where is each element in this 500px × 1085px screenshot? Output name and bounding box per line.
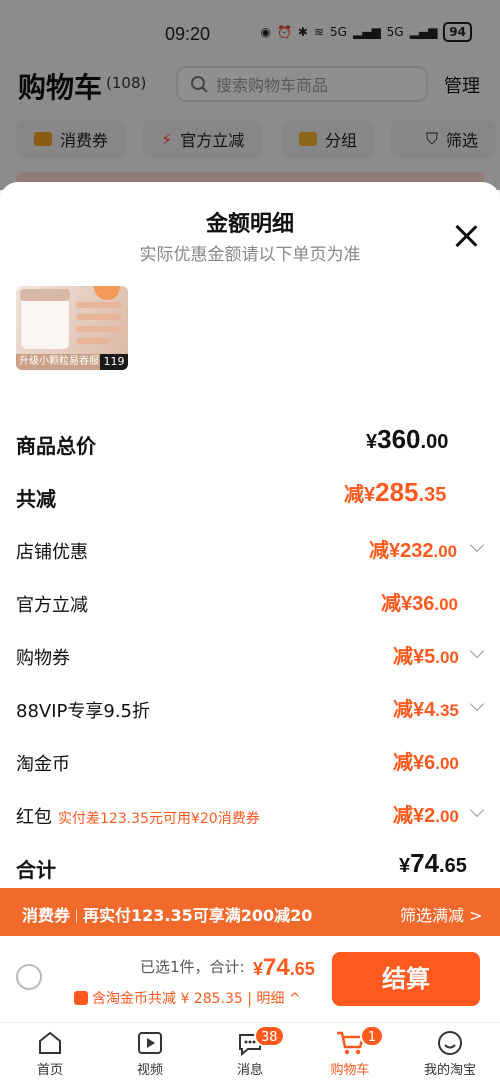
row-amount: 减¥36.00 xyxy=(381,593,459,615)
checkout-total: ¥74.65 xyxy=(253,954,315,981)
message-badge: 38 xyxy=(254,1025,285,1047)
select-all-checkbox[interactable] xyxy=(16,964,42,990)
row-label: 购物券 xyxy=(16,648,70,669)
bottom-tab-bar: 首页 视频 消息 38 购物车 1 我的淘宝 xyxy=(0,1022,500,1085)
video-icon xyxy=(134,1027,166,1059)
row-total-discount: 共减 减¥285.35 xyxy=(16,477,484,513)
row-label: 88VIP专享9.5折 xyxy=(16,701,151,722)
selected-summary: 已选1件，合计: xyxy=(140,958,245,976)
tab-label: 消息 xyxy=(236,1063,263,1078)
tab-cart[interactable]: 购物车 1 xyxy=(300,1025,400,1078)
row-label: 淘金币 xyxy=(16,754,70,775)
checkout-button[interactable]: 结算 xyxy=(332,952,480,1006)
coupon-bar-text: 消费券 再实付123.35可享满200减20 xyxy=(22,906,313,925)
row-label: 合计 xyxy=(16,858,56,882)
product-badge-dot xyxy=(94,286,120,300)
product-thumbnail[interactable]: 升级小颗粒易吞服 119 xyxy=(16,286,128,370)
row-amount: 减¥5.00 xyxy=(393,646,459,668)
tab-label: 首页 xyxy=(36,1063,63,1078)
chevron-down-icon[interactable] xyxy=(469,537,485,553)
row-label: 商品总价 xyxy=(16,434,96,458)
row-amount: ¥360.00 xyxy=(366,424,449,454)
red-packet-note: 实付差123.35元可用¥20消费券 xyxy=(58,811,260,827)
row-amount: 减¥2.00 xyxy=(393,805,459,827)
row-shop-discount[interactable]: 店铺优惠 减¥232.00 xyxy=(16,532,485,568)
row-goods-total: 商品总价 ¥360.00 xyxy=(16,424,484,460)
row-official-discount: 官方立减 减¥36.00 xyxy=(16,585,484,621)
close-icon[interactable] xyxy=(452,222,480,250)
tab-home[interactable]: 首页 xyxy=(0,1027,100,1078)
row-red-packet[interactable]: 红包 实付差123.35元可用¥20消费券 减¥2.00 xyxy=(16,797,485,833)
product-jar xyxy=(20,289,70,350)
product-caption: 升级小颗粒易吞服 xyxy=(16,354,100,370)
row-amount: 减¥4.35 xyxy=(393,699,459,721)
profile-face-icon xyxy=(434,1027,466,1059)
row-amount: 减¥6.00 xyxy=(393,752,459,774)
sheet-title: 金额明细 xyxy=(205,212,294,237)
row-88vip[interactable]: 88VIP专享9.5折 减¥4.35 xyxy=(16,691,485,727)
row-amount: 减¥232.00 xyxy=(369,540,458,562)
tab-label: 视频 xyxy=(136,1063,163,1078)
row-amount: 减¥285.35 xyxy=(344,477,447,507)
tab-label: 我的淘宝 xyxy=(423,1063,476,1078)
row-shopping-voucher[interactable]: 购物券 减¥5.00 xyxy=(16,638,485,674)
tab-label: 购物车 xyxy=(330,1063,370,1078)
row-grand-total: 合计 ¥74.65 xyxy=(16,848,484,884)
amount-detail-sheet: 金额明细 实际优惠金额请以下单页为准 升级小颗粒易吞服 119 商品总价 ¥36… xyxy=(0,182,500,902)
tab-messages[interactable]: 消息 38 xyxy=(200,1025,300,1078)
chevron-down-icon[interactable] xyxy=(469,696,485,712)
chevron-down-icon[interactable] xyxy=(469,802,485,818)
cart-badge: 1 xyxy=(360,1025,384,1047)
discount-detail-toggle[interactable]: 含淘金币共减 ¥ 285.35 | 明细 ^ xyxy=(74,988,301,1008)
coin-icon xyxy=(74,991,88,1005)
tab-my-taobao[interactable]: 我的淘宝 xyxy=(400,1027,500,1078)
row-label: 官方立减 xyxy=(16,595,88,616)
checkout-bar: 已选1件，合计: ¥74.65 含淘金币共减 ¥ 285.35 | 明细 ^ 结… xyxy=(0,936,500,1022)
filter-discount-link[interactable]: 筛选满减 > xyxy=(400,902,483,926)
row-amount: ¥74.65 xyxy=(399,848,467,878)
row-label: 共减 xyxy=(16,487,56,511)
row-label: 红包 实付差123.35元可用¥20消费券 xyxy=(16,807,260,828)
product-price: 119 xyxy=(100,354,128,370)
tab-video[interactable]: 视频 xyxy=(100,1027,200,1078)
home-icon xyxy=(34,1027,66,1059)
row-label: 店铺优惠 xyxy=(16,542,88,563)
overlay-dim[interactable] xyxy=(0,0,500,190)
row-taojinbi: 淘金币 减¥6.00 xyxy=(16,744,484,780)
sheet-subtitle: 实际优惠金额请以下单页为准 xyxy=(139,245,361,265)
chevron-down-icon[interactable] xyxy=(469,643,485,659)
coupon-bar[interactable]: 消费券 再实付123.35可享满200减20 筛选满减 > xyxy=(0,888,500,936)
